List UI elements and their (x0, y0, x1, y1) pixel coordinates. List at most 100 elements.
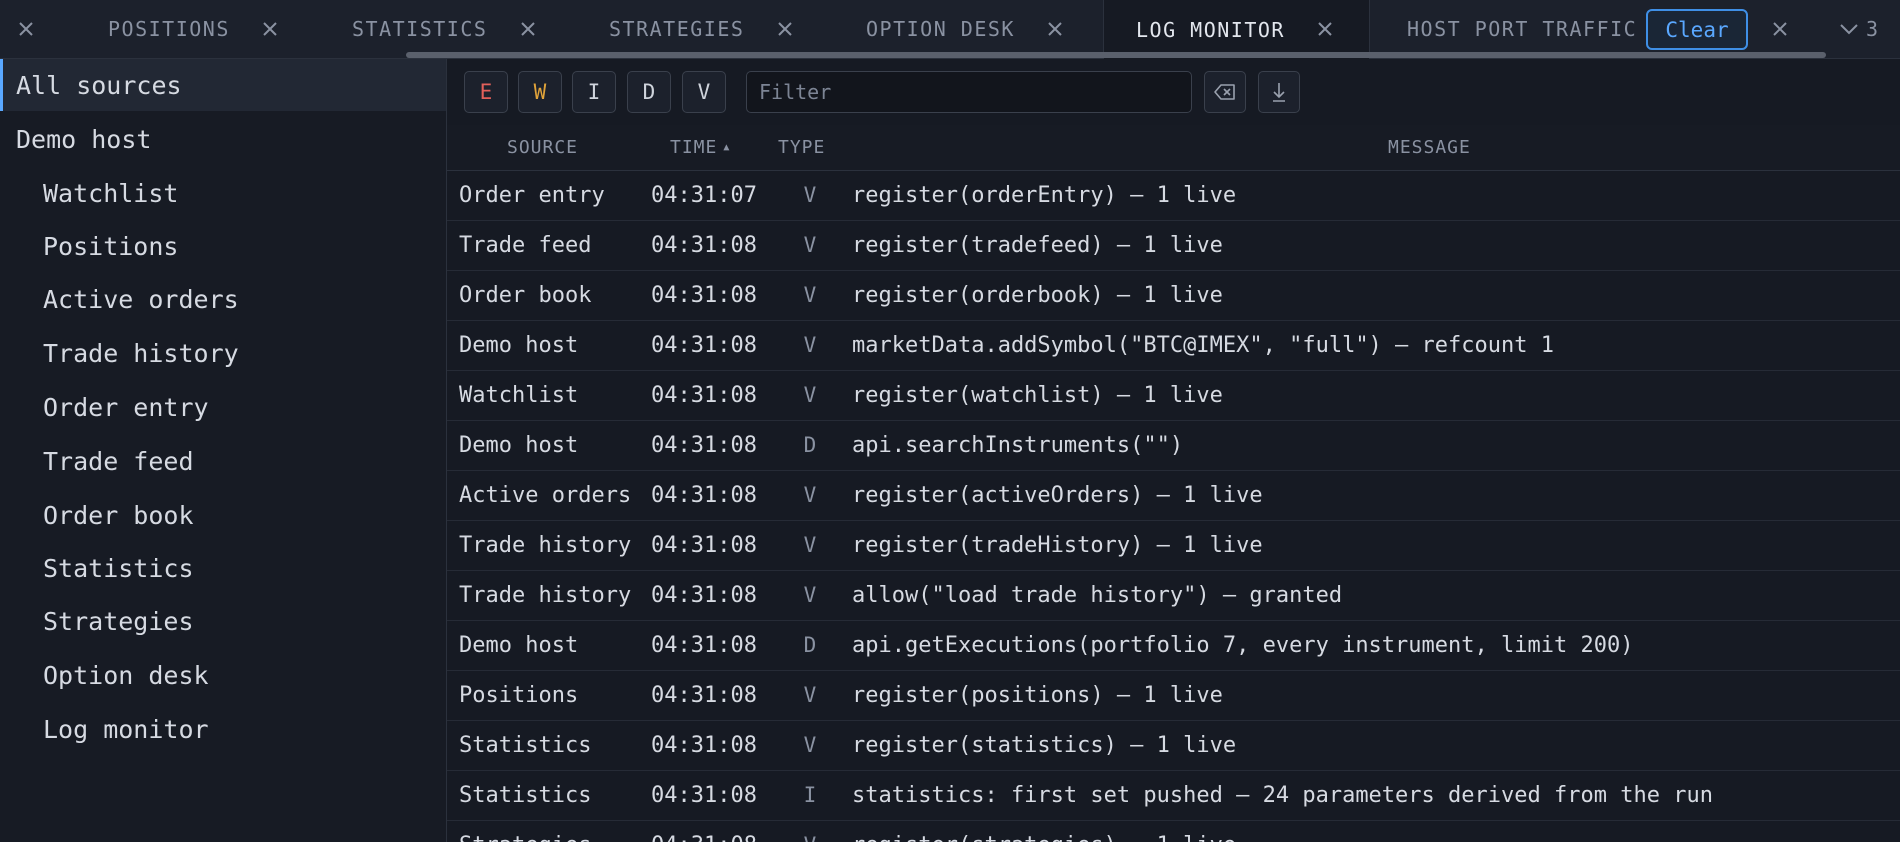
filter-input[interactable] (746, 71, 1192, 113)
cell-type: V (803, 283, 817, 307)
tab-scrollbar[interactable] (406, 52, 1826, 58)
cell-time: 04:31:08 (651, 282, 757, 308)
table-row[interactable]: Order entry 04:31:07 V register(orderEnt… (447, 170, 1900, 221)
tab-positions-close-icon[interactable] (257, 0, 283, 58)
sidebar-item-trade-history[interactable]: Trade history (0, 327, 446, 379)
cell-message: register(activeOrders) — 1 live (852, 482, 1263, 508)
tab-label: OPTION DESK (866, 17, 1015, 41)
close-icon (521, 22, 535, 36)
cell-type: V (803, 333, 817, 357)
tab-label: STATISTICS (352, 17, 488, 41)
clear-filter-button[interactable] (1204, 71, 1246, 113)
clear-button[interactable]: Clear (1646, 9, 1748, 50)
cell-type: V (803, 383, 817, 407)
cell-time: 04:31:08 (651, 432, 757, 458)
cell-message: marketData.addSymbol("BTC@IMEX", "full")… (852, 332, 1554, 358)
cell-time: 04:31:07 (651, 182, 757, 208)
sidebar-item-label: Log monitor (43, 714, 209, 744)
cell-message: register(watchlist) — 1 live (852, 382, 1223, 408)
level-label: D (642, 80, 656, 104)
close-icon (1048, 22, 1062, 36)
column-header-message[interactable]: MESSAGE (1388, 125, 1471, 170)
cell-message: register(statistics) — 1 live (852, 732, 1237, 758)
cell-time: 04:31:08 (651, 382, 757, 408)
level-filter-debug[interactable]: D (627, 71, 671, 113)
table-row[interactable]: Statistics 04:31:08 I statistics: first … (447, 770, 1900, 821)
sidebar-item-strategies[interactable]: Strategies (0, 595, 446, 647)
table-row[interactable]: Trade history 04:31:08 V register(tradeH… (447, 520, 1900, 571)
sidebar-item-label: Order book (43, 500, 194, 530)
close-icon[interactable] (13, 0, 39, 58)
cell-time: 04:31:08 (651, 632, 757, 658)
table-row[interactable]: Strategies 04:31:08 V register(strategie… (447, 820, 1900, 842)
sidebar-item-statistics[interactable]: Statistics (0, 542, 446, 594)
overflow-count: 3 (1866, 17, 1879, 41)
sidebar-item-all-sources[interactable]: All sources (0, 59, 446, 111)
cell-source: Trade history (459, 532, 632, 558)
level-filter-info[interactable]: I (572, 71, 616, 113)
cell-type: D (803, 433, 817, 457)
cell-source: Statistics (459, 732, 592, 758)
table-row[interactable]: Statistics 04:31:08 V register(statistic… (447, 720, 1900, 771)
level-filter-verbose[interactable]: V (682, 71, 726, 113)
cell-source: Order entry (459, 182, 605, 208)
sidebar-item-demo-host[interactable]: Demo host (0, 113, 446, 165)
cell-time: 04:31:08 (651, 732, 757, 758)
table-row[interactable]: Active orders 04:31:08 V register(active… (447, 470, 1900, 521)
close-icon (263, 22, 277, 36)
sidebar-item-order-book[interactable]: Order book (0, 489, 446, 541)
tab-option-desk[interactable]: OPTION DESK (866, 0, 1015, 58)
cell-time: 04:31:08 (651, 582, 757, 608)
tab-option-desk-close-icon[interactable] (1042, 0, 1068, 58)
tab-overflow-menu[interactable]: 3 (1838, 0, 1898, 58)
tab-log-monitor-close-icon[interactable] (1312, 0, 1338, 58)
cell-time: 04:31:08 (651, 232, 757, 258)
sidebar-item-label: Watchlist (43, 178, 179, 208)
level-label: W (533, 80, 547, 104)
cell-type: V (803, 233, 817, 257)
table-row[interactable]: Trade feed 04:31:08 V register(tradefeed… (447, 220, 1900, 271)
sidebar-item-label: Trade feed (43, 446, 194, 476)
sidebar-item-order-entry[interactable]: Order entry (0, 381, 446, 433)
level-filter-warning[interactable]: W (518, 71, 562, 113)
log-table-header: SOURCE TIME ▲ TYPE MESSAGE (447, 125, 1900, 171)
sidebar-item-active-orders[interactable]: Active orders (0, 273, 446, 325)
tab-strategies[interactable]: STRATEGIES (609, 0, 744, 58)
chevron-down-icon (1840, 24, 1858, 35)
sidebar-item-trade-feed[interactable]: Trade feed (0, 435, 446, 487)
level-filter-error[interactable]: E (464, 71, 508, 113)
column-header-type[interactable]: TYPE (778, 125, 825, 170)
table-row[interactable]: Watchlist 04:31:08 V register(watchlist)… (447, 370, 1900, 421)
table-row[interactable]: Trade history 04:31:08 V allow("load tra… (447, 570, 1900, 621)
close-icon-glyph (19, 22, 33, 36)
close-icon (778, 22, 792, 36)
cell-message: register(strategies) — 1 live (852, 820, 1236, 842)
tab-host-port-traffic[interactable]: HOST PORT TRAFFIC (1407, 0, 1637, 58)
sidebar-item-option-desk[interactable]: Option desk (0, 649, 446, 701)
cell-type: V (803, 733, 817, 757)
cell-message: register(orderEntry) — 1 live (852, 182, 1237, 208)
table-row[interactable]: Order book 04:31:08 V register(orderbook… (447, 270, 1900, 321)
column-header-time[interactable]: TIME ▲ (670, 125, 730, 170)
table-row[interactable]: Positions 04:31:08 V register(positions)… (447, 670, 1900, 721)
tab-statistics[interactable]: STATISTICS (352, 0, 487, 58)
cell-source: Watchlist (459, 382, 579, 408)
sidebar-item-label: Demo host (16, 124, 152, 154)
tab-positions[interactable]: POSITIONS (108, 0, 230, 58)
cell-time: 04:31:08 (651, 332, 757, 358)
tab-strategies-close-icon[interactable] (772, 0, 798, 58)
sidebar-item-positions[interactable]: Positions (0, 220, 446, 272)
table-row[interactable]: Demo host 04:31:08 V marketData.addSymbo… (447, 320, 1900, 371)
tab-host-port-traffic-close-icon[interactable] (1767, 0, 1793, 58)
table-row[interactable]: Demo host 04:31:08 D api.searchInstrumen… (447, 420, 1900, 471)
tab-label: HOST PORT TRAFFIC (1407, 17, 1638, 41)
cell-source: Active orders (459, 482, 632, 508)
column-header-source[interactable]: SOURCE (507, 125, 578, 170)
scroll-to-bottom-button[interactable] (1258, 71, 1300, 113)
sidebar-item-watchlist[interactable]: Watchlist (0, 167, 446, 219)
sidebar-item-log-monitor[interactable]: Log monitor (0, 703, 446, 755)
tab-statistics-close-icon[interactable] (515, 0, 541, 58)
cell-message: api.getExecutions(portfolio 7, every ins… (852, 632, 1634, 658)
table-row[interactable]: Demo host 04:31:08 D api.getExecutions(p… (447, 620, 1900, 671)
column-header-label: TIME (670, 137, 718, 158)
